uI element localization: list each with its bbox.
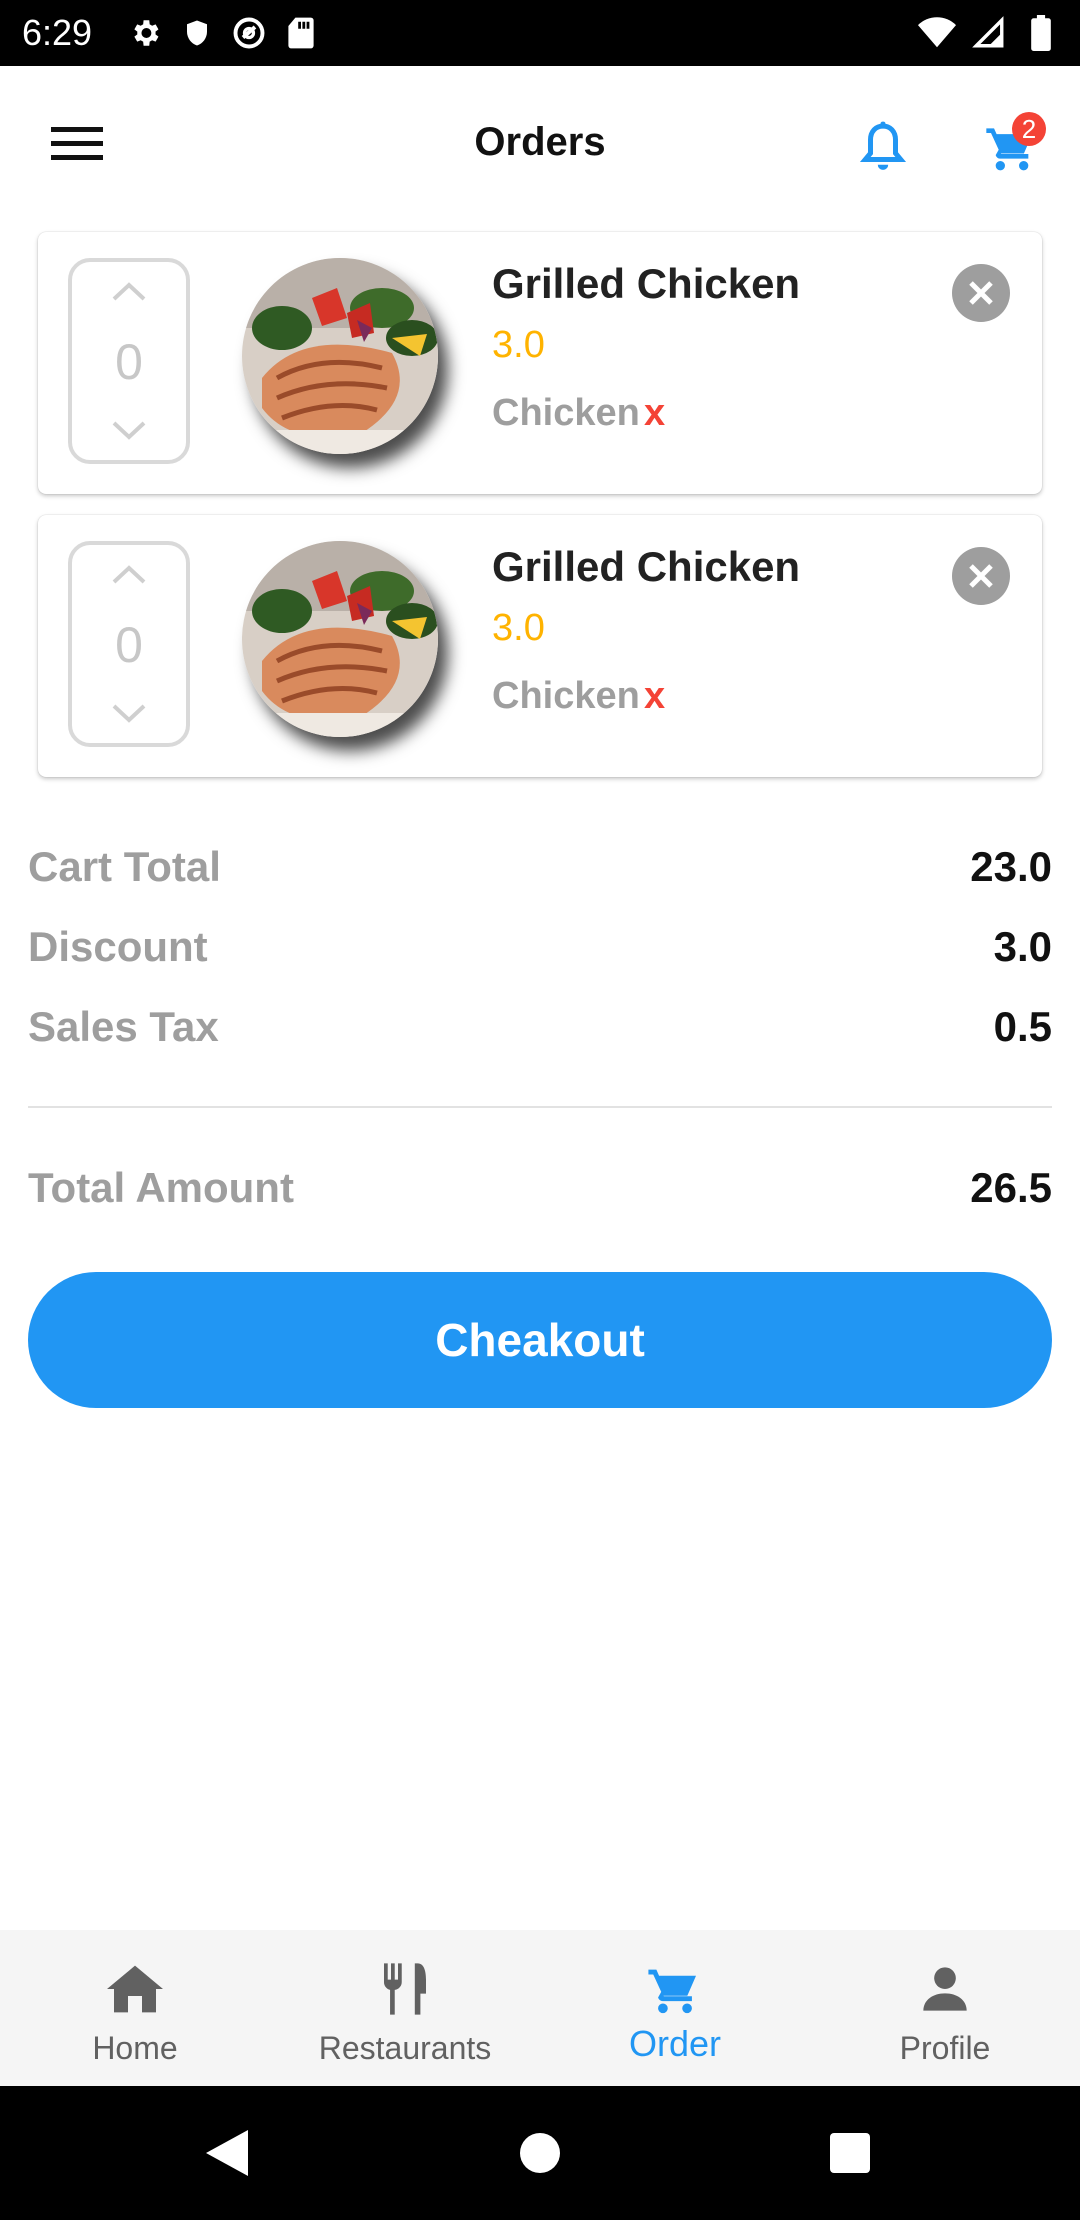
order-item-card: 0 Grilled Chicken 3.0 Chicken x <box>38 515 1042 777</box>
order-item-card: 0 Grilled Chicken 3.0 Chicken x <box>38 232 1042 494</box>
checkout-button[interactable]: Cheakout <box>28 1272 1052 1408</box>
cart-count-badge: 2 <box>1012 112 1046 146</box>
cart-total-value: 23.0 <box>970 843 1052 890</box>
discount-row: Discount 3.0 <box>28 917 1052 977</box>
category-remove-button[interactable]: x <box>644 390 665 436</box>
remove-item-button[interactable] <box>952 547 1010 605</box>
chevron-down-icon <box>112 704 146 723</box>
quantity-value: 0 <box>115 617 143 673</box>
sync-icon <box>230 14 268 52</box>
quantity-stepper: 0 <box>68 541 190 747</box>
discount-value: 3.0 <box>993 923 1052 970</box>
total-amount-row: Total Amount 26.5 <box>28 1158 1052 1218</box>
item-price: 3.0 <box>492 324 545 366</box>
increment-button[interactable] <box>72 266 186 316</box>
sales-tax-row: Sales Tax 0.5 <box>28 997 1052 1057</box>
status-time: 6:29 <box>22 12 93 53</box>
food-image <box>242 541 438 737</box>
cart-button[interactable]: 2 <box>976 112 1048 182</box>
back-triangle-icon <box>206 2130 248 2176</box>
home-icon <box>0 1958 270 2020</box>
recents-button[interactable] <box>813 2116 887 2190</box>
app-bar: Orders 2 <box>0 66 1080 220</box>
nav-label: Home <box>92 2030 178 2066</box>
item-category: Chicken <box>492 675 640 717</box>
status-notification-icons <box>126 14 320 52</box>
quantity-value: 0 <box>115 334 143 390</box>
decrement-button[interactable] <box>72 689 186 739</box>
wifi-icon <box>918 14 956 52</box>
fork-knife-icon <box>270 1958 540 2020</box>
chevron-up-icon <box>112 565 146 584</box>
shield-icon <box>178 14 216 52</box>
close-icon <box>969 564 993 588</box>
quantity-stepper: 0 <box>68 258 190 464</box>
recents-square-icon <box>830 2133 870 2173</box>
nav-profile[interactable]: Profile <box>810 1930 1080 2086</box>
item-price: 3.0 <box>492 607 545 649</box>
home-circle-icon <box>520 2133 560 2173</box>
status-bar: 6:29 <box>0 0 1080 66</box>
nav-label: Restaurants <box>318 2030 492 2066</box>
sales-tax-value: 0.5 <box>993 1003 1052 1050</box>
cart-total-row: Cart Total 23.0 <box>28 837 1052 897</box>
item-name: Grilled Chicken <box>492 260 801 307</box>
decrement-button[interactable] <box>72 406 186 456</box>
system-navigation-bar <box>0 2086 1080 2220</box>
increment-button[interactable] <box>72 549 186 599</box>
nav-order[interactable]: Order <box>540 1930 810 2086</box>
chevron-up-icon <box>112 282 146 301</box>
remove-item-button[interactable] <box>952 264 1010 322</box>
close-icon <box>969 281 993 305</box>
chevron-down-icon <box>112 421 146 440</box>
item-category: Chicken <box>492 392 640 434</box>
cart-icon <box>540 1958 810 2020</box>
bottom-navigation: Home Restaurants Order Profile <box>0 1930 1080 2086</box>
total-amount-label: Total Amount <box>28 1164 294 1211</box>
signal-icon <box>970 14 1008 52</box>
notifications-button[interactable] <box>850 114 916 180</box>
nav-home[interactable]: Home <box>0 1930 270 2086</box>
page-title: Orders <box>474 120 606 164</box>
discount-label: Discount <box>28 923 208 970</box>
total-amount-value: 26.5 <box>970 1164 1052 1211</box>
sales-tax-label: Sales Tax <box>28 1003 219 1050</box>
nav-label: Profile <box>899 2030 991 2066</box>
nav-restaurants[interactable]: Restaurants <box>270 1930 540 2086</box>
sd-card-icon <box>282 14 320 52</box>
battery-icon <box>1022 14 1060 52</box>
person-icon <box>810 1958 1080 2020</box>
category-remove-button[interactable]: x <box>644 673 665 719</box>
food-image <box>242 258 438 454</box>
summary-divider <box>28 1106 1052 1108</box>
nav-label: Order <box>628 2023 722 2064</box>
home-button[interactable] <box>503 2116 577 2190</box>
back-button[interactable] <box>190 2116 264 2190</box>
cart-total-label: Cart Total <box>28 843 221 890</box>
status-system-icons <box>918 14 1060 52</box>
item-name: Grilled Chicken <box>492 543 801 590</box>
settings-icon <box>126 14 164 52</box>
bell-icon <box>859 121 907 170</box>
